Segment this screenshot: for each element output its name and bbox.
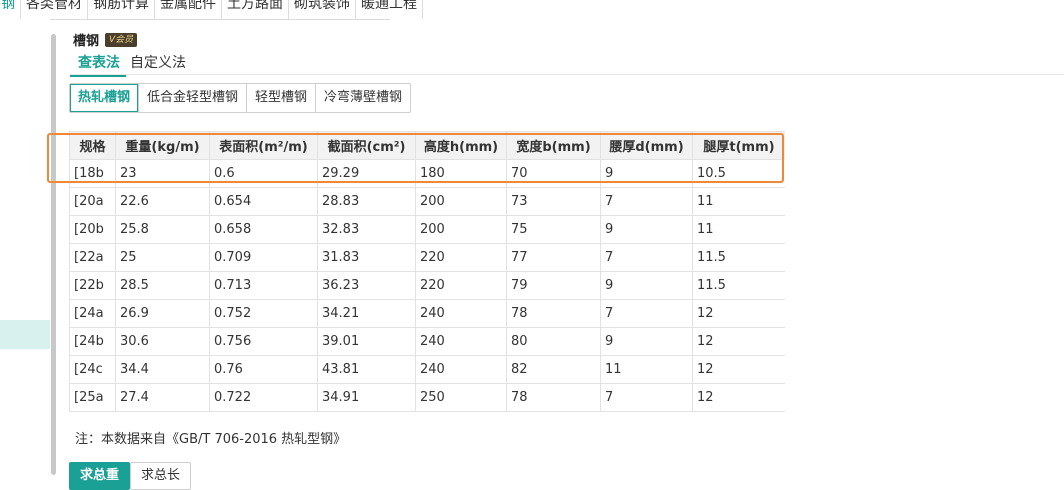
page-title: 槽钢 <box>73 34 100 49</box>
table-cell: 22.6 <box>115 187 210 216</box>
table-cell: 0.76 <box>209 355 318 384</box>
table-cell: [24b <box>69 327 116 356</box>
table-row[interactable]: [20a 22.6 0.654 28.83 200 73 7 11 <box>69 187 785 216</box>
table-row[interactable]: [24a 26.9 0.752 34.21 240 78 7 12 <box>69 299 785 328</box>
nav-item-masonry[interactable]: 砌筑装饰 <box>289 0 356 19</box>
table-cell: 12 <box>692 383 785 412</box>
table-row[interactable]: [22a 25 0.709 31.83 220 77 7 11.5 <box>69 243 785 272</box>
table-cell: 0.709 <box>209 243 318 272</box>
table-cell: 11.5 <box>692 243 785 272</box>
table-cell: 0.756 <box>209 327 318 356</box>
table-cell: 28.83 <box>317 187 416 216</box>
table-row[interactable]: [24b 30.6 0.756 39.01 240 80 9 12 <box>69 327 785 356</box>
nav-item-hvac[interactable]: 暖通工程 <box>356 0 423 19</box>
data-source-note: 注：本数据来自《GB/T 706-2016 热轧型钢》 <box>75 432 347 447</box>
nav-item-earthwork[interactable]: 土方路面 <box>222 0 289 19</box>
table-cell: 34.4 <box>115 355 210 384</box>
nav-item-metal-parts[interactable]: 金属配件 <box>155 0 222 19</box>
table-cell: 78 <box>506 299 601 328</box>
table-cell: 34.91 <box>317 383 416 412</box>
top-nav: 钢 各类管材 钢筋计算 金属配件 土方路面 砌筑装饰 暖通工程 <box>0 0 423 20</box>
table-row[interactable]: [22b 28.5 0.713 36.23 220 79 9 11.5 <box>69 271 785 300</box>
table-cell: [24c <box>69 355 116 384</box>
table-cell: 0.713 <box>209 271 318 300</box>
table-cell: 25 <box>115 243 210 272</box>
table-cell: 26.9 <box>115 299 210 328</box>
table-cell: 240 <box>415 355 507 384</box>
tab-total-weight[interactable]: 求总重 <box>69 462 131 490</box>
table-cell: 240 <box>415 327 507 356</box>
table-cell: 43.81 <box>317 355 416 384</box>
table-cell: 73 <box>506 187 601 216</box>
sidebar-selected-item[interactable] <box>0 320 50 349</box>
table-cell: 12 <box>692 327 785 356</box>
table-cell: 77 <box>506 243 601 272</box>
table-cell: 0.658 <box>209 215 318 244</box>
table-cell: 0.722 <box>209 383 318 412</box>
table-cell: 240 <box>415 299 507 328</box>
nav-item-rebar[interactable]: 钢筋计算 <box>88 0 155 19</box>
tab-hot-rolled[interactable]: 热轧槽钢 <box>70 84 140 112</box>
table-cell: 82 <box>506 355 601 384</box>
table-cell: 75 <box>506 215 601 244</box>
channel-type-tabs: 热轧槽钢 低合金轻型槽钢 轻型槽钢 冷弯薄壁槽钢 <box>69 83 412 113</box>
table-cell: [20a <box>69 187 116 216</box>
table-cell: 0.654 <box>209 187 318 216</box>
calc-tabs: 求总重 求总长 <box>69 462 192 490</box>
tab-light[interactable]: 轻型槽钢 <box>247 84 317 112</box>
table-cell: 7 <box>600 299 693 328</box>
table-cell: 9 <box>600 215 693 244</box>
table-cell: [22b <box>69 271 116 300</box>
tab-total-length[interactable]: 求总长 <box>130 462 192 490</box>
table-cell: 11 <box>600 355 693 384</box>
table-cell: 0.752 <box>209 299 318 328</box>
table-row[interactable]: [25a 27.4 0.722 34.91 250 78 7 12 <box>69 383 785 412</box>
table-cell: 34.21 <box>317 299 416 328</box>
table-cell: 25.8 <box>115 215 210 244</box>
table-cell: [22a <box>69 243 116 272</box>
table-row[interactable]: [20b 25.8 0.658 32.83 200 75 9 11 <box>69 215 785 244</box>
highlight-annotation-box <box>47 133 784 183</box>
nav-item-steel[interactable]: 钢 <box>0 0 21 19</box>
table-cell: 11 <box>692 215 785 244</box>
table-cell: 27.4 <box>115 383 210 412</box>
table-cell: 79 <box>506 271 601 300</box>
table-cell: 39.01 <box>317 327 416 356</box>
table-cell: 28.5 <box>115 271 210 300</box>
table-cell: 80 <box>506 327 601 356</box>
table-cell: 11 <box>692 187 785 216</box>
table-cell: [24a <box>69 299 116 328</box>
table-cell: 12 <box>692 355 785 384</box>
table-cell: 78 <box>506 383 601 412</box>
tab-low-alloy-light[interactable]: 低合金轻型槽钢 <box>139 84 248 112</box>
sidebar-scrollbar[interactable] <box>51 34 56 475</box>
table-cell: 12 <box>692 299 785 328</box>
table-row[interactable]: [24c 34.4 0.76 43.81 240 82 11 12 <box>69 355 785 384</box>
nav-item-pipes[interactable]: 各类管材 <box>21 0 88 19</box>
sidebar <box>0 19 50 475</box>
vip-badge: V会员 <box>105 32 138 47</box>
table-cell: 7 <box>600 383 693 412</box>
tabs-divider <box>70 74 1064 75</box>
table-cell: 220 <box>415 271 507 300</box>
title-row: 槽钢 V会员 <box>73 30 138 49</box>
table-cell: 11.5 <box>692 271 785 300</box>
table-cell: 7 <box>600 187 693 216</box>
table-cell: 32.83 <box>317 215 416 244</box>
main-panel: 槽钢 V会员 查表法 自定义法 热轧槽钢 低合金轻型槽钢 轻型槽钢 冷弯薄壁槽钢… <box>58 19 1064 490</box>
table-cell: 9 <box>600 327 693 356</box>
table-cell: 30.6 <box>115 327 210 356</box>
table-cell: 200 <box>415 215 507 244</box>
table-cell: [25a <box>69 383 116 412</box>
table-cell: [20b <box>69 215 116 244</box>
table-cell: 200 <box>415 187 507 216</box>
table-cell: 220 <box>415 243 507 272</box>
tab-cold-formed[interactable]: 冷弯薄壁槽钢 <box>316 84 410 112</box>
table-cell: 36.23 <box>317 271 416 300</box>
table-cell: 250 <box>415 383 507 412</box>
table-cell: 31.83 <box>317 243 416 272</box>
table-cell: 9 <box>600 271 693 300</box>
table-cell: 7 <box>600 243 693 272</box>
